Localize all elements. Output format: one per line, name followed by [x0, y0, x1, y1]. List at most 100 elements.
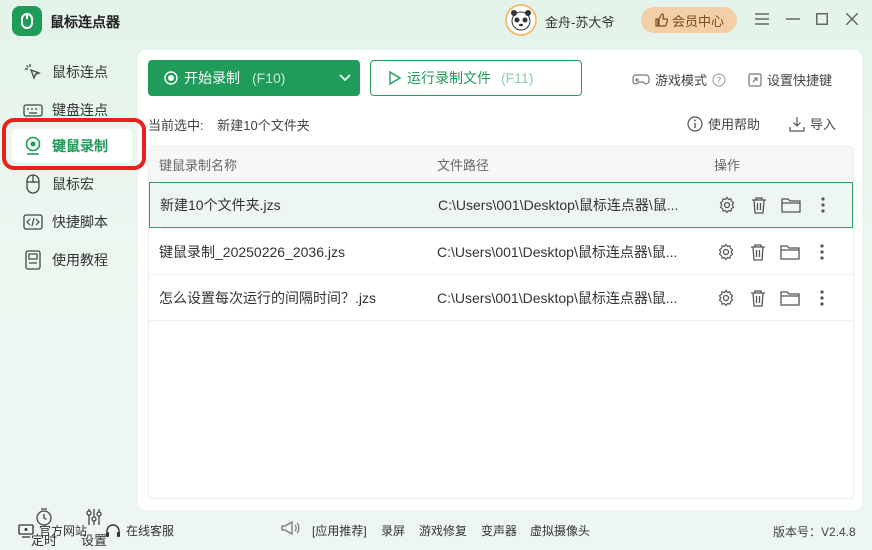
settings-gear-icon[interactable] — [716, 194, 738, 216]
row-file-name: 怎么设置每次运行的间隔时间？.jzs — [159, 289, 376, 306]
record-icon — [22, 135, 44, 157]
help-button[interactable]: 使用帮助 — [687, 114, 760, 133]
trash-icon[interactable] — [747, 287, 769, 309]
settings-gear-icon[interactable] — [715, 241, 737, 263]
megaphone-icon — [280, 520, 300, 539]
game-mode-label: 游戏模式 — [655, 73, 708, 88]
ad-virtual-camera[interactable]: 虚拟摄像头 — [530, 522, 590, 539]
sidebar: 鼠标连点 键盘连点 键鼠录制 鼠标宏 快捷脚本 使用教程 定时 设置 — [0, 50, 138, 548]
column-header-name: 键鼠录制名称 — [159, 158, 238, 173]
version-label: 版本号：V2.4.8 — [773, 525, 856, 539]
trash-icon[interactable] — [748, 194, 770, 216]
ad-screen-record[interactable]: 录屏 — [381, 522, 405, 539]
maximize-icon[interactable] — [813, 10, 831, 28]
vip-center-button[interactable]: 会员中心 — [641, 7, 737, 33]
more-vertical-icon[interactable] — [811, 287, 833, 309]
sidebar-item-mouse-macro[interactable]: 鼠标宏 — [12, 167, 132, 201]
column-header-path: 文件路径 — [437, 158, 490, 173]
close-icon[interactable] — [843, 10, 861, 28]
set-shortcut-label: 设置快捷键 — [767, 73, 833, 88]
record-dot-icon — [164, 71, 178, 85]
sidebar-item-keymouse-record[interactable]: 键鼠录制 — [12, 129, 132, 163]
folder-icon[interactable] — [779, 241, 801, 263]
headset-icon — [106, 523, 120, 537]
import-icon — [789, 116, 805, 132]
menu-icon[interactable] — [753, 10, 771, 28]
vip-center-label: 会员中心 — [671, 13, 724, 29]
settings-gear-icon[interactable] — [715, 287, 737, 309]
set-shortcut-button[interactable]: 设置快捷键 — [748, 70, 832, 89]
minimize-icon[interactable] — [784, 10, 802, 28]
mouse-icon — [22, 173, 44, 195]
more-vertical-icon[interactable] — [812, 194, 834, 216]
run-record-file-button[interactable]: 运行录制文件 (F11) — [370, 60, 582, 96]
gamepad-icon — [632, 73, 650, 84]
play-icon — [389, 71, 401, 85]
monitor-icon — [18, 523, 34, 538]
folder-icon[interactable] — [780, 194, 802, 216]
row-file-name: 新建10个文件夹.jzs — [160, 197, 281, 213]
official-website-link[interactable]: 官方网站 — [18, 522, 87, 539]
row-file-path: C:\Users\001\Desktop\鼠标连点器\鼠... — [437, 243, 678, 260]
row-actions — [715, 287, 833, 309]
start-record-label: 开始录制 — [184, 70, 240, 86]
table-row[interactable]: 键鼠录制_20250226_2036.jzs C:\Users\001\Desk… — [149, 229, 853, 275]
user-name[interactable]: 金舟-苏大爷 — [545, 12, 614, 31]
row-actions — [716, 194, 834, 216]
row-file-path: C:\Users\001\Desktop\鼠标连点器\鼠... — [437, 289, 678, 306]
app-recommend-label: [应用推荐] — [312, 524, 367, 538]
online-support-link[interactable]: 在线客服 — [105, 522, 174, 539]
shortcut-icon — [748, 72, 762, 87]
title-bar: 鼠标连点器 金舟-苏大爷 会员中心 — [0, 0, 872, 42]
help-circle-icon[interactable]: ? — [712, 73, 726, 87]
app-window: 鼠标连点器 金舟-苏大爷 会员中心 鼠标连点 键盘连点 键鼠录制 鼠标宏 快捷脚… — [0, 0, 872, 550]
ad-game-repair[interactable]: 游戏修复 — [419, 522, 467, 539]
help-label: 使用帮助 — [708, 117, 761, 132]
main-panel: 开始录制 (F10) 运行录制文件 (F11) 游戏模式 ? 设置快捷键 当前选… — [138, 50, 862, 510]
footer-bar: 官方网站 在线客服 [应用推荐] 录屏 游戏修复 变声器 虚拟摄像头 版本号：V… — [0, 514, 872, 544]
sidebar-item-label: 键鼠录制 — [52, 138, 108, 154]
current-selection-value: 新建10个文件夹 — [217, 118, 310, 133]
current-selection-prefix: 当前选中: — [148, 118, 204, 133]
user-avatar[interactable] — [505, 4, 537, 36]
code-icon — [22, 211, 44, 233]
sidebar-item-tutorial[interactable]: 使用教程 — [12, 243, 132, 277]
table-row[interactable]: 怎么设置每次运行的间隔时间？.jzs C:\Users\001\Desktop\… — [149, 275, 853, 321]
row-file-path: C:\Users\001\Desktop\鼠标连点器\鼠... — [438, 197, 679, 213]
ad-voice-changer[interactable]: 变声器 — [481, 522, 517, 539]
record-file-table: 键鼠录制名称 文件路径 操作 新建10个文件夹.jzs C:\Users\001… — [148, 146, 854, 499]
sidebar-item-label: 使用教程 — [52, 252, 108, 268]
import-label: 导入 — [810, 117, 837, 132]
folder-icon[interactable] — [779, 287, 801, 309]
start-record-button[interactable]: 开始录制 (F10) — [148, 60, 360, 96]
official-website-label: 官方网站 — [39, 524, 88, 538]
app-logo-icon — [12, 6, 42, 36]
game-mode-toggle[interactable]: 游戏模式 ? — [632, 70, 726, 89]
current-selection: 当前选中: 新建10个文件夹 — [148, 115, 310, 134]
start-record-hotkey: (F10) — [252, 70, 286, 86]
click-icon — [22, 61, 44, 83]
table-row[interactable]: 新建10个文件夹.jzs C:\Users\001\Desktop\鼠标连点器\… — [149, 182, 853, 228]
run-record-hotkey: (F11) — [501, 70, 534, 86]
more-vertical-icon[interactable] — [811, 241, 833, 263]
tutorial-icon — [22, 249, 44, 271]
info-icon — [687, 115, 703, 132]
keyboard-icon — [22, 99, 44, 121]
chevron-down-icon — [339, 74, 351, 82]
svg-text:?: ? — [717, 76, 722, 86]
sidebar-item-quick-script[interactable]: 快捷脚本 — [12, 205, 132, 239]
sidebar-item-label: 鼠标宏 — [52, 176, 94, 192]
sidebar-item-mouse-click[interactable]: 鼠标连点 — [12, 55, 132, 89]
import-button[interactable]: 导入 — [789, 114, 836, 133]
table-header: 键鼠录制名称 文件路径 操作 — [149, 147, 853, 183]
row-file-name: 键鼠录制_20250226_2036.jzs — [159, 243, 346, 260]
row-actions — [715, 241, 833, 263]
trash-icon[interactable] — [747, 241, 769, 263]
online-support-label: 在线客服 — [126, 524, 175, 538]
app-title: 鼠标连点器 — [50, 14, 120, 30]
thumbs-up-icon — [655, 13, 668, 27]
sidebar-item-label: 鼠标连点 — [52, 64, 108, 80]
sidebar-item-label: 快捷脚本 — [52, 214, 108, 230]
sidebar-item-keyboard-click[interactable]: 键盘连点 — [12, 93, 132, 127]
record-dropdown-toggle[interactable] — [330, 60, 360, 96]
